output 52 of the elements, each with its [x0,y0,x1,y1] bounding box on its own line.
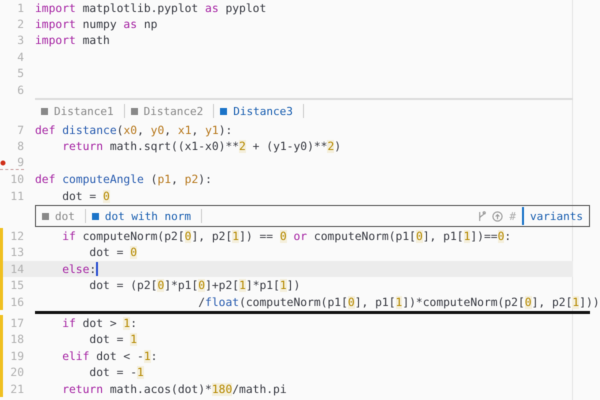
line-number: 7 [16,124,24,138]
variant-tab[interactable]: dot with norm [86,209,202,224]
line-number: 10 [9,173,24,186]
code-line: /float(computeNorm(p1[0], p1[1])*computeNorm(p2[0], p2[1])) [197,296,600,309]
code-line: if computeNorm(p2[0], p2[1]) == 0 or computeNorm(p1[0], p1[1])==0: [61,230,512,243]
line-number: 4 [16,50,24,64]
code-line: dot = 1 [88,333,138,346]
code-line: if dot > 1: [61,316,138,330]
line-number: 19 [9,350,24,363]
square-icon [92,212,99,220]
line-number: 2 [16,18,24,32]
variant-tab[interactable]: Distance2 [124,104,214,118]
square-icon [41,108,48,115]
square-icon [42,212,49,220]
line-number: 13 [9,246,24,260]
line-number: 11 [9,190,24,203]
code-line: def distance(x0, y0, x1, y1): [35,124,232,138]
line-number: 14 [9,262,24,276]
code-line: import numpy as np [35,18,158,32]
code-line: elif dot < -1: [61,350,158,363]
code-line: dot = (p2[0]*p1[0]+p2[1]*p1[1]) [88,279,300,292]
code-line: def computeAngle (p1, p2): [35,173,212,186]
variant-tab[interactable]: dot [36,209,86,224]
code-line: import matplotlib.pyplot as pyplot [35,2,266,15]
line-number: 9 [0,156,24,170]
variant-tab[interactable]: Distance3 [214,104,304,118]
line-number: 17 [9,316,24,330]
code-line: return math.acos(dot)*180/math.pi [61,382,287,396]
code-line: dot = -1 [88,366,144,380]
code-line: import math [35,34,110,48]
line-number: 20 [9,366,24,380]
code-line: dot = 0 [88,246,138,260]
code-line: return math.sqrt((x1-x0)**2 + (y1-y0)**2) [61,140,342,154]
line-number: 8 [16,140,24,154]
line-number: 18 [9,333,24,346]
line-number: 6 [16,84,24,97]
line-number: 12 [9,230,24,243]
code-line: else: [61,262,96,276]
line-number: 16 [9,296,24,309]
square-icon [220,108,228,115]
variant-tab[interactable]: Distance1 [35,104,125,118]
text-cursor [96,262,98,276]
code-line: dot = 0 [61,190,110,203]
branch-icon[interactable] [477,210,486,222]
hash-button[interactable]: # [509,210,516,223]
line-number: 1 [16,2,24,15]
variants-button[interactable]: variants [522,207,589,226]
line-number: 15 [9,279,24,292]
square-icon [130,108,138,115]
line-number: 5 [16,67,24,80]
line-number: 3 [16,34,24,48]
line-number: 21 [9,382,24,396]
